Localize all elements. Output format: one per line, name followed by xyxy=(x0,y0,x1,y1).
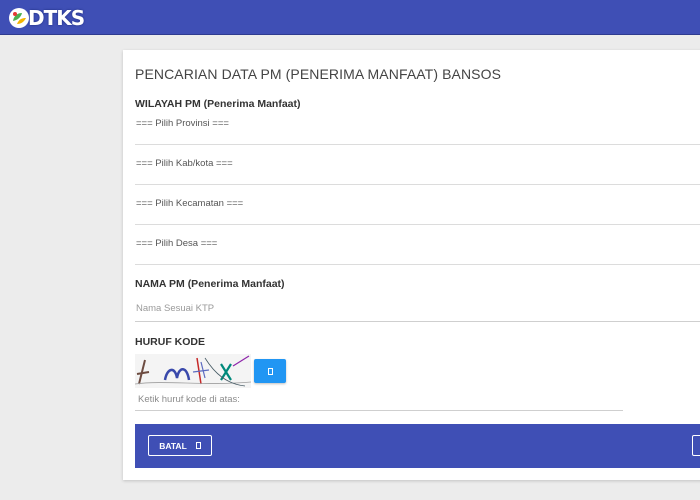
wilayah-section-label: WILAYAH PM (Penerima Manfaat) xyxy=(135,98,301,110)
form-footer: BATAL xyxy=(135,424,700,468)
refresh-icon xyxy=(267,367,273,375)
search-button[interactable] xyxy=(692,435,700,456)
captcha-refresh-button[interactable] xyxy=(254,359,286,383)
kabkota-select-value: === Pilih Kab/kota === xyxy=(136,158,233,169)
kecamatan-select[interactable]: === Pilih Kecamatan === xyxy=(135,190,700,225)
desa-select-value: === Pilih Desa === xyxy=(136,238,218,249)
captcha-input[interactable] xyxy=(135,388,623,411)
top-navbar: DTKS xyxy=(0,0,700,35)
logo-text: DTKS xyxy=(28,6,85,30)
nama-input[interactable] xyxy=(135,295,700,322)
page-title: PENCARIAN DATA PM (PENERIMA MANFAAT) BAN… xyxy=(135,66,502,82)
cancel-button-label: BATAL xyxy=(159,440,187,451)
nama-section-label: NAMA PM (Penerima Manfaat) xyxy=(135,278,285,290)
cancel-button[interactable]: BATAL xyxy=(148,435,212,456)
kabkota-select[interactable]: === Pilih Kab/kota === xyxy=(135,150,700,185)
provinsi-select[interactable]: === Pilih Provinsi === xyxy=(135,110,700,145)
provinsi-select-value: === Pilih Provinsi === xyxy=(136,118,229,129)
close-icon xyxy=(195,442,201,449)
dtks-logo[interactable]: DTKS xyxy=(8,7,92,29)
desa-select[interactable]: === Pilih Desa === xyxy=(135,230,700,265)
search-form-card: PENCARIAN DATA PM (PENERIMA MANFAAT) BAN… xyxy=(123,50,700,480)
leaf-logo-icon xyxy=(9,8,29,28)
kode-section-label: HURUF KODE xyxy=(135,336,205,348)
captcha-image xyxy=(135,354,251,388)
kecamatan-select-value: === Pilih Kecamatan === xyxy=(136,198,244,209)
